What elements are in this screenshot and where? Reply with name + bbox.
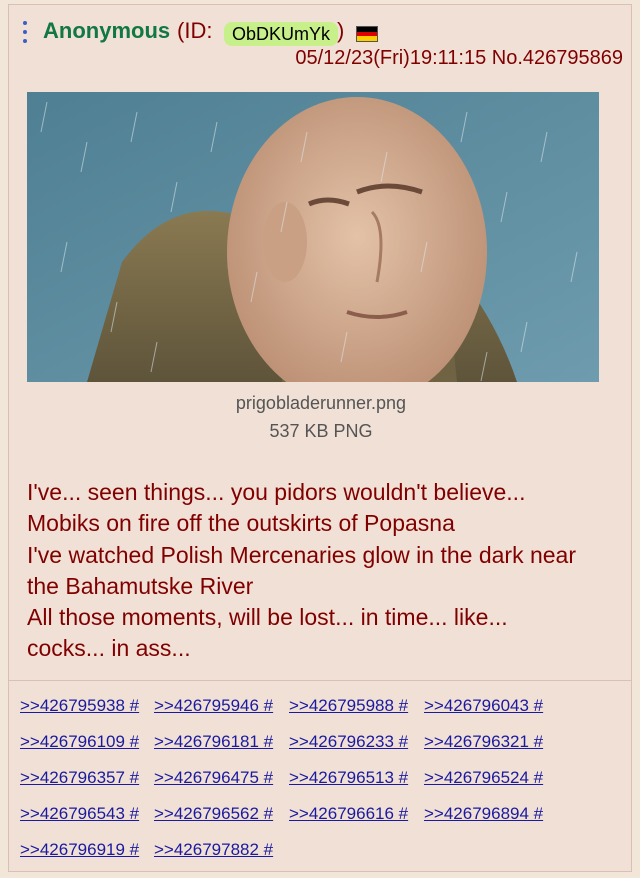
reply-link[interactable]: >>426796043 # [424,696,543,716]
id-label: (ID: [177,18,213,43]
reply-link[interactable]: >>426796919 # [20,840,139,860]
post-menu-icon[interactable] [23,21,29,47]
reply-link[interactable]: >>426795946 # [154,696,273,716]
post-number[interactable]: No.426795869 [492,47,623,69]
reply-links: >>426795938 # >>426795946 # >>426795988 … [9,680,631,872]
reply-link[interactable]: >>426796616 # [289,804,408,824]
post-datetime: 05/12/23(Fri)19:11:15 [295,47,487,69]
reply-link[interactable]: >>426796475 # [154,768,273,788]
body-line: the Bahamutske River [27,572,254,599]
post-image[interactable] [27,92,599,382]
body-line: Mobiks on fire off the outskirts of Popa… [27,510,455,537]
reply-link[interactable]: >>426796513 # [289,768,408,788]
file-size: 537 KB PNG [269,421,373,441]
post-header: Anonymous (ID: ObDKUmYk ) 05/12/23(Fri)1… [19,15,623,71]
rain-portrait-image [27,92,599,382]
post: Anonymous (ID: ObDKUmYk ) 05/12/23(Fri)1… [8,4,632,872]
post-body: I've... seen things... you pidors wouldn… [27,477,617,665]
poster-name: Anonymous [43,18,171,43]
body-line: I've... seen things... you pidors wouldn… [27,479,526,505]
germany-flag-icon [356,26,378,42]
body-line: cocks... in ass... [27,635,191,662]
body-line: All those moments, will be lost... in ti… [27,604,508,631]
post-date-line: 05/12/23(Fri)19:11:15 No.426795869 [295,47,623,70]
reply-link[interactable]: >>426796524 # [424,768,543,788]
reply-link[interactable]: >>426796357 # [20,768,139,788]
reply-link[interactable]: >>426796543 # [20,804,139,824]
reply-link[interactable]: >>426796562 # [154,804,273,824]
reply-link[interactable]: >>426796109 # [20,732,139,752]
reply-link[interactable]: >>426795938 # [20,696,139,716]
reply-link[interactable]: >>426797882 # [154,840,273,860]
reply-link[interactable]: >>426796181 # [154,732,273,752]
reply-link[interactable]: >>426795988 # [289,696,408,716]
poster-id-badge[interactable]: ObDKUmYk [224,22,339,46]
body-line: I've watched Polish Mercenaries glow in … [27,541,577,568]
reply-link[interactable]: >>426796894 # [424,804,543,824]
id-label-close: ) [337,18,345,43]
reply-link[interactable]: >>426796321 # [424,732,543,752]
file-name[interactable]: prigobladerunner.png [9,393,633,414]
reply-link[interactable]: >>426796233 # [289,732,408,752]
